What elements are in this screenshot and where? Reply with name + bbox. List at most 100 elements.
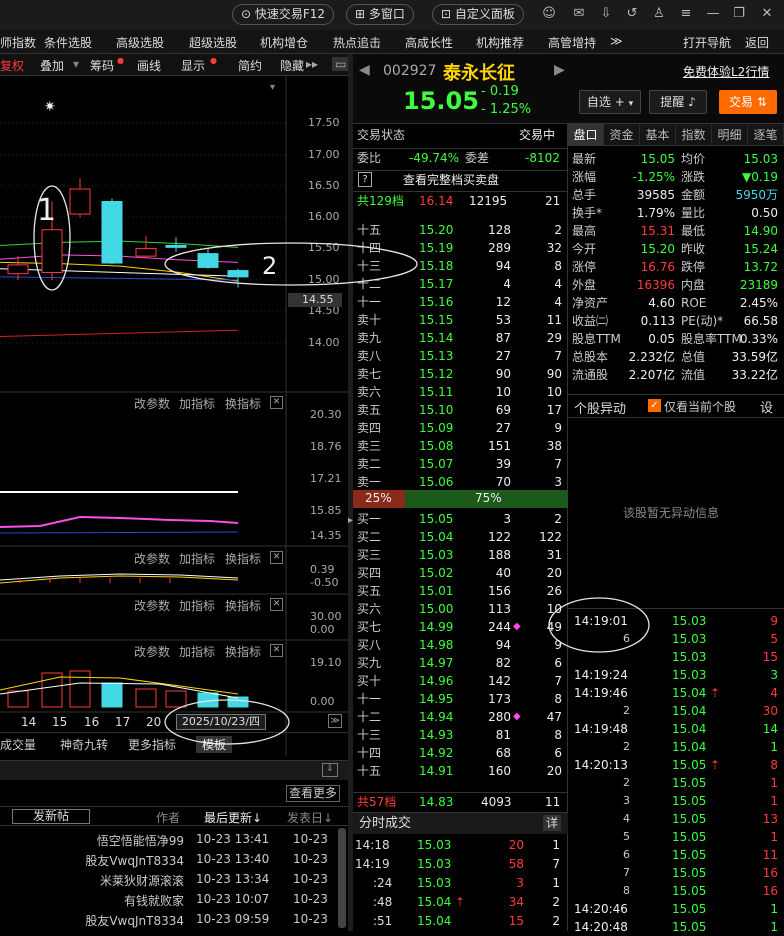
quote-tab[interactable]: 指数 [676, 124, 712, 146]
prev-stock-icon[interactable]: ◀ [359, 62, 370, 78]
close-icon[interactable]: ✕ [759, 6, 775, 22]
bid-row[interactable]: 买二 15.04 122 122 [353, 528, 568, 546]
tab-template[interactable]: 模板 [196, 736, 233, 753]
candle-body[interactable] [41, 229, 63, 273]
download-icon[interactable]: ⇩ [322, 763, 338, 777]
quote-tab[interactable]: 明细 [712, 124, 748, 146]
next-stock-icon[interactable]: ▶ [554, 62, 565, 78]
indicator-param-button[interactable]: 改参数 [134, 550, 170, 567]
ask-row[interactable]: 卖九 15.14 87 29 [353, 329, 568, 347]
restore-icon[interactable]: ❐ [731, 6, 747, 22]
indicator-param-button[interactable]: 加指标 [179, 597, 215, 614]
ask-row[interactable]: 卖十 15.15 53 11 [353, 311, 568, 329]
indicator-param-button[interactable]: 换指标 [225, 643, 261, 660]
ask-row[interactable]: 十五 15.20 128 2 [353, 221, 568, 239]
volume-bar[interactable] [7, 690, 29, 708]
candle-body[interactable] [7, 264, 29, 275]
bid-row[interactable]: 买十 14.96 142 7 [353, 672, 568, 690]
bid-row[interactable]: 买六 15.00 113 10 [353, 600, 568, 618]
quick-trade-button[interactable]: ⊙ 快速交易F12 [232, 4, 335, 25]
ask-row[interactable]: 卖七 15.12 90 90 [353, 365, 568, 383]
quote-tab[interactable]: 基本 [640, 124, 676, 146]
volume-bar[interactable] [165, 690, 187, 708]
menu-item[interactable]: 高成长性 [405, 34, 453, 51]
menu-item[interactable]: 热点追击 [333, 34, 381, 51]
checkbox-checked-icon[interactable]: ✓ [648, 399, 661, 412]
col-post-date[interactable]: 发表日↓ [287, 809, 333, 826]
forum-row[interactable]: 股友VwqJnT8334 10-23 13:40 10-23 [0, 850, 336, 870]
candle-body[interactable] [197, 253, 219, 268]
download-icon[interactable]: ⇩ [598, 6, 614, 22]
toolbar-chips[interactable]: 筹码 [90, 57, 114, 74]
candle-body[interactable] [227, 270, 249, 278]
toolbar-pin-icon[interactable]: ▭ [332, 57, 350, 71]
close-icon[interactable]: ✕ [270, 551, 283, 564]
new-post-button[interactable]: 发新帖 [12, 809, 90, 824]
ask-row[interactable]: 卖八 15.13 27 7 [353, 347, 568, 365]
toolbar-hide[interactable]: 隐藏 [280, 57, 304, 74]
volume-bar[interactable] [197, 692, 219, 708]
indicator-param-button[interactable]: 换指标 [225, 550, 261, 567]
bid-row[interactable]: 十五 14.91 160 20 [353, 762, 568, 780]
menu-item[interactable]: 师指数 [0, 34, 36, 51]
quote-tab[interactable]: 盘口 [568, 124, 604, 146]
menu-item[interactable]: 高级选股 [116, 34, 164, 51]
bid-row[interactable]: 买四 15.02 40 20 [353, 564, 568, 582]
ask-row[interactable]: 十二 15.17 4 4 [353, 275, 568, 293]
bid-row[interactable]: 十二 14.94 280 47 ◆ [353, 708, 568, 726]
multi-window-button[interactable]: ⊞ 多窗口 [346, 4, 414, 25]
menu-item[interactable]: 打开导航 [683, 34, 731, 51]
volume-bar[interactable] [41, 672, 63, 708]
close-icon[interactable]: ✕ [270, 644, 283, 657]
indicator-param-button[interactable]: 加指标 [179, 395, 215, 412]
ask-row[interactable]: 十四 15.19 289 32 [353, 239, 568, 257]
minimize-icon[interactable]: — [705, 6, 721, 22]
indicator-param-button[interactable]: 换指标 [225, 395, 261, 412]
free-l2-link[interactable]: 免费体验L2行情 [683, 63, 769, 80]
menu-item[interactable]: 机构增仓 [260, 34, 308, 51]
bid-row[interactable]: 买八 14.98 94 9 [353, 636, 568, 654]
bid-row[interactable]: 买一 15.05 3 2 [353, 510, 568, 528]
indicator-param-button[interactable]: 换指标 [225, 597, 261, 614]
col-last-update[interactable]: 最后更新↓ [204, 809, 262, 826]
indicator-param-button[interactable]: 加指标 [179, 550, 215, 567]
volume-bar[interactable] [69, 670, 91, 708]
anomaly-settings[interactable]: 设 [760, 397, 773, 416]
candle-body[interactable] [69, 188, 91, 215]
remind-button[interactable]: 提醒 ♪ [649, 90, 707, 114]
refresh-icon[interactable]: ↺ [624, 6, 640, 22]
mail-icon[interactable]: ✉ [571, 6, 587, 22]
menu-item[interactable]: 返回 [745, 34, 769, 51]
ask-row[interactable]: 卖三 15.08 151 38 [353, 437, 568, 455]
toolbar-simple[interactable]: 简约 [238, 57, 262, 74]
volume-bar[interactable] [101, 682, 123, 708]
bid-row[interactable]: 买五 15.01 156 26 [353, 582, 568, 600]
forum-author[interactable]: 有钱就败家 [124, 892, 184, 909]
quote-tab[interactable]: 资金 [604, 124, 640, 146]
indicator-param-button[interactable]: 改参数 [134, 597, 170, 614]
ask-row[interactable]: 十一 15.16 12 4 [353, 293, 568, 311]
forum-row[interactable]: 悟空悟能悟净99 10-23 13:41 10-23 [0, 830, 336, 850]
bid-row[interactable]: 十三 14.93 81 8 [353, 726, 568, 744]
candle-body[interactable] [165, 244, 187, 248]
bid-row[interactable]: 买七 14.99 244 49 ◆ [353, 618, 568, 636]
tab-volume[interactable]: 成交量 [0, 736, 36, 753]
volume-bar[interactable] [135, 688, 157, 708]
help-icon[interactable]: ? [358, 172, 372, 187]
indicator-param-button[interactable]: 改参数 [134, 643, 170, 660]
ask-row[interactable]: 十三 15.18 94 8 [353, 257, 568, 275]
bid-row[interactable]: 十四 14.92 68 6 [353, 744, 568, 762]
menu-item[interactable]: 机构推荐 [476, 34, 524, 51]
bid-row[interactable]: 十一 14.95 173 8 [353, 690, 568, 708]
forum-author[interactable]: 股友VwqJnT8334 [85, 852, 184, 869]
col-author[interactable]: 作者 [156, 809, 180, 826]
toolbar-overlay[interactable]: 叠加 [40, 57, 64, 74]
menu-item[interactable]: ≫ [610, 34, 623, 48]
toolbar-draw[interactable]: 画线 [137, 57, 161, 74]
user-icon[interactable]: ☺ [541, 6, 557, 22]
custom-panel-button[interactable]: ⊡ 自定义面板 [432, 4, 524, 25]
trade-button[interactable]: 交易 ⇅ [719, 90, 777, 114]
close-icon[interactable]: ✕ [270, 396, 283, 409]
quote-tab[interactable]: 逐笔 [748, 124, 784, 146]
candle-body[interactable] [101, 201, 123, 264]
